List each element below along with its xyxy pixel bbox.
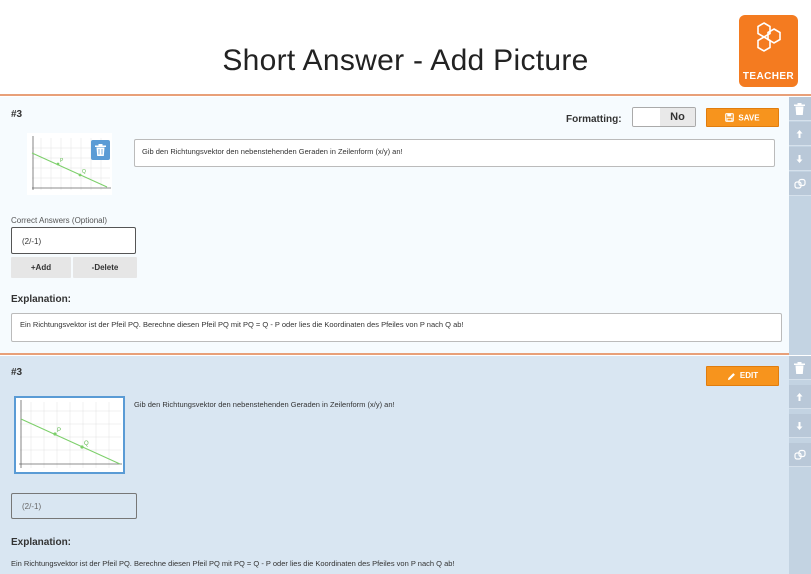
arrow-up-icon: [796, 393, 803, 401]
edit-label: EDIT: [739, 371, 759, 380]
point-q-label: Q: [84, 441, 89, 447]
question-input[interactable]: Gib den Richtungsvektor den nebenstehend…: [134, 139, 775, 167]
arrow-up-icon: [796, 130, 803, 138]
teacher-logo: TEACHER: [739, 15, 798, 87]
point-p-label: P: [57, 428, 61, 434]
question-card-edit: #3 Formatting: No SAVE P Q Gib den Richt…: [0, 97, 789, 355]
move-down-button[interactable]: [789, 414, 811, 438]
trash-icon: [794, 362, 805, 374]
explanation-label: Explanation:: [11, 537, 72, 548]
card-controls: [789, 97, 811, 355]
duplicate-icon: [794, 449, 806, 460]
delete-question-button[interactable]: [789, 97, 811, 121]
explanation-input[interactable]: Ein Richtungsvektor ist der Pfeil PQ. Be…: [11, 313, 782, 342]
explanation-label: Explanation:: [11, 294, 72, 305]
graph-picture: P Q: [14, 396, 125, 474]
move-down-button[interactable]: [789, 147, 811, 171]
duplicate-question-button[interactable]: [789, 443, 811, 467]
arrow-down-icon: [796, 155, 803, 163]
duplicate-question-button[interactable]: [789, 172, 811, 196]
floppy-disk-icon: [725, 113, 735, 123]
edit-button[interactable]: EDIT: [706, 366, 779, 386]
delete-question-button[interactable]: [789, 356, 811, 380]
save-button[interactable]: SAVE: [706, 108, 779, 127]
formatting-toggle[interactable]: No: [632, 107, 696, 127]
question-number: #3: [11, 109, 23, 120]
delete-answer-button[interactable]: -Delete: [73, 257, 137, 278]
duplicate-icon: [794, 178, 806, 189]
trash-icon: [95, 144, 106, 156]
move-up-button[interactable]: [789, 122, 811, 146]
point-q-label: Q: [82, 169, 86, 175]
pencil-icon: [727, 372, 735, 380]
question-text: Gib den Richtungsvektor den nebenstehend…: [134, 400, 395, 409]
arrow-down-icon: [796, 422, 803, 430]
question-card-view: #3 EDIT P Q Gib den Richtungsvektor den …: [0, 356, 789, 574]
delete-picture-button[interactable]: [91, 140, 110, 160]
save-label: SAVE: [738, 113, 760, 123]
move-up-button[interactable]: [789, 385, 811, 409]
toggle-value: No: [660, 108, 695, 126]
answer-display: (2/-1): [11, 493, 137, 519]
hexagon-molecule-icon: [757, 22, 781, 52]
add-answer-button[interactable]: +Add: [11, 257, 71, 278]
question-number: #3: [11, 367, 23, 378]
correct-answer-input[interactable]: (2/-1): [11, 227, 136, 254]
trash-icon: [794, 103, 805, 115]
formatting-label: Formatting:: [566, 114, 622, 125]
page-header: Short Answer - Add Picture TEACHER: [0, 0, 811, 96]
correct-answers-label: Correct Answers (Optional): [11, 216, 108, 225]
card-controls: [789, 356, 811, 574]
toggle-knob: [633, 108, 661, 126]
page-title: Short Answer - Add Picture: [222, 44, 589, 77]
explanation-text: Ein Richtungsvektor ist der Pfeil PQ. Be…: [11, 559, 455, 568]
logo-label: TEACHER: [742, 71, 795, 82]
